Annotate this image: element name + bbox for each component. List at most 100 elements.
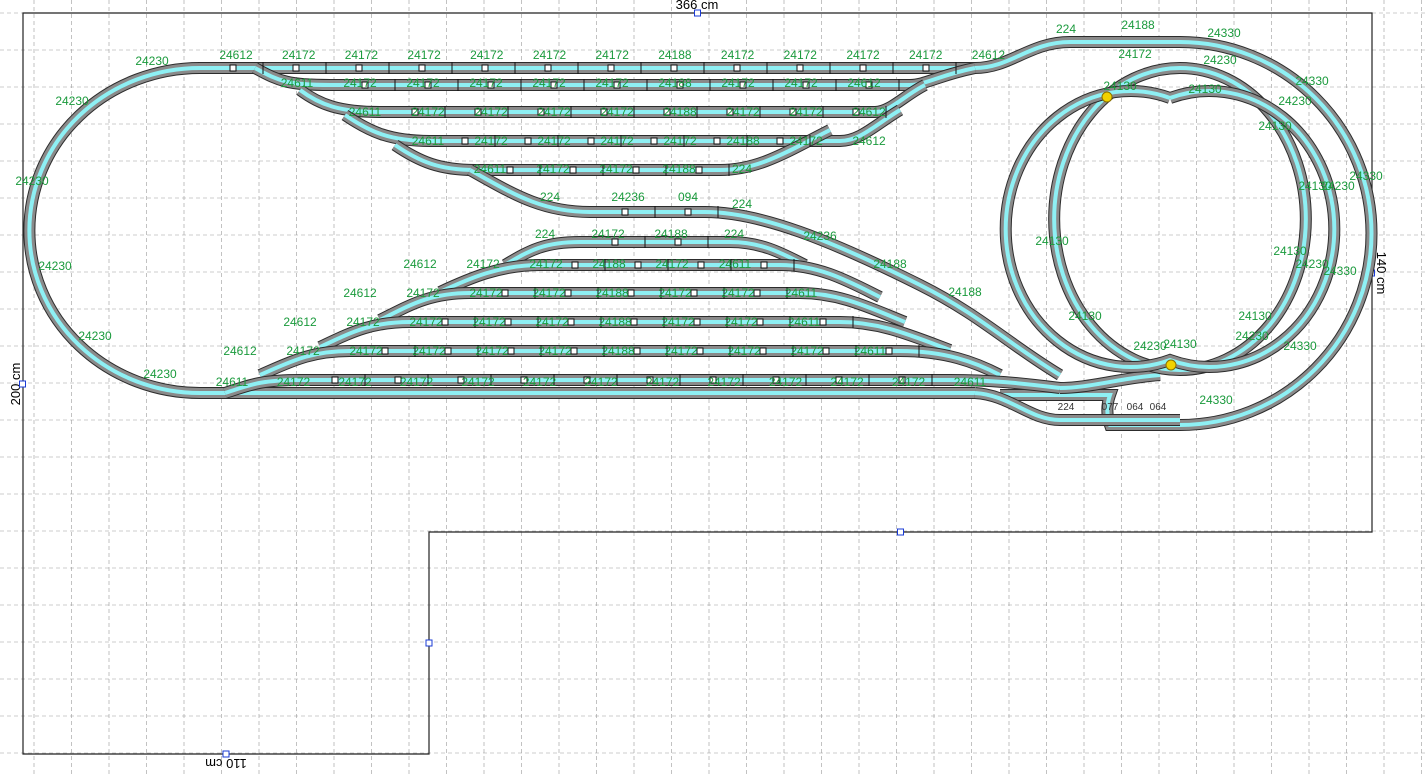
piece-label: 224 bbox=[535, 227, 555, 241]
track-joint-marker bbox=[753, 289, 761, 297]
piece-label: 24130 bbox=[1068, 309, 1102, 323]
track-joint-marker bbox=[776, 137, 784, 145]
piece-label: 064 bbox=[1127, 402, 1144, 413]
track-joint-marker bbox=[571, 261, 579, 269]
piece-label: 24611 bbox=[785, 286, 818, 300]
track-joint-marker bbox=[461, 137, 469, 145]
piece-label: 24612 bbox=[847, 76, 881, 90]
track-joint-marker bbox=[859, 64, 867, 72]
piece-label: 24172 bbox=[599, 162, 633, 176]
piece-label: 24172 bbox=[789, 134, 823, 148]
piece-label: 24172 bbox=[846, 48, 880, 62]
piece-label: 24172 bbox=[664, 344, 698, 358]
track-joint-marker bbox=[922, 64, 930, 72]
track-joint-marker bbox=[501, 289, 509, 297]
piece-label: 24172 bbox=[595, 76, 629, 90]
piece-label: 24330 bbox=[1207, 26, 1241, 40]
piece-label: 24236 bbox=[803, 229, 837, 243]
piece-label: 24172 bbox=[533, 48, 567, 62]
piece-label: 24188 bbox=[601, 344, 635, 358]
track-joint-marker bbox=[621, 208, 629, 216]
track-joint-marker bbox=[569, 166, 577, 174]
piece-label: 24172 bbox=[790, 344, 824, 358]
piece-label: 224 bbox=[732, 197, 752, 211]
piece-label: 24611 bbox=[719, 257, 752, 271]
piece-label: 24611 bbox=[412, 134, 445, 148]
piece-label: 24172 bbox=[658, 286, 692, 300]
piece-label: 24330 bbox=[1199, 393, 1233, 407]
piece-label: 24188 bbox=[658, 76, 692, 90]
resize-handle-inner-edge[interactable] bbox=[425, 639, 433, 647]
track-joint-marker bbox=[713, 137, 721, 145]
piece-label: 24612 bbox=[283, 315, 317, 329]
piece-label: 24230 bbox=[78, 329, 112, 343]
track-joint-marker bbox=[696, 347, 704, 355]
piece-label: 24611 bbox=[216, 375, 249, 389]
piece-label: 24172 bbox=[727, 344, 761, 358]
track-joint-marker bbox=[331, 376, 339, 384]
track-joint-marker bbox=[756, 318, 764, 326]
piece-label: 224 bbox=[1058, 402, 1075, 413]
piece-label: 224 bbox=[724, 227, 744, 241]
piece-label: 24188 bbox=[654, 227, 688, 241]
track-joint-marker bbox=[627, 289, 635, 297]
piece-label: 24172 bbox=[596, 48, 630, 62]
piece-label: 24172 bbox=[345, 48, 379, 62]
piece-label: 24172 bbox=[469, 286, 503, 300]
resize-handle-inner-corner[interactable] bbox=[897, 528, 904, 536]
piece-label: 24612 bbox=[223, 344, 257, 358]
dimension-right: 140 cm bbox=[1374, 252, 1389, 295]
resize-handle-left[interactable] bbox=[19, 380, 26, 388]
track-joint-marker bbox=[695, 166, 703, 174]
track-joint-marker bbox=[506, 166, 514, 174]
piece-label: 24230 bbox=[1295, 257, 1329, 271]
track-joint-marker bbox=[759, 347, 767, 355]
piece-label: 24172 bbox=[655, 257, 689, 271]
piece-label: 24230 bbox=[38, 259, 72, 273]
track-joint-marker bbox=[607, 64, 615, 72]
piece-label: 24172 bbox=[474, 134, 508, 148]
piece-label: 24172 bbox=[409, 315, 443, 329]
resize-handle-top[interactable] bbox=[694, 9, 701, 17]
layout-canvas[interactable]: 366 cm 200 cm 140 cm 110 cm 24612 24172 24… bbox=[0, 0, 1426, 777]
piece-label: 24172 bbox=[784, 76, 818, 90]
piece-label: 24172 bbox=[721, 76, 755, 90]
track-joint-marker bbox=[567, 318, 575, 326]
piece-label: 24172 bbox=[286, 344, 320, 358]
track-joint-marker bbox=[693, 318, 701, 326]
piece-label: 24172 bbox=[726, 105, 760, 119]
helix-marker-lower[interactable] bbox=[1165, 359, 1177, 371]
track-joint-marker bbox=[229, 64, 237, 72]
piece-label: 094 bbox=[678, 190, 698, 204]
piece-label: 24611 bbox=[954, 375, 987, 389]
piece-label: 24612 bbox=[403, 257, 437, 271]
piece-label: 24172 bbox=[1118, 47, 1152, 61]
track-joint-marker bbox=[634, 261, 642, 269]
piece-label: 24172 bbox=[406, 286, 440, 300]
track-joint-marker bbox=[630, 318, 638, 326]
piece-label: 24188 bbox=[662, 162, 696, 176]
track-joint-marker bbox=[524, 137, 532, 145]
track-joint-marker bbox=[418, 64, 426, 72]
helix-marker-upper[interactable] bbox=[1101, 91, 1113, 103]
piece-label: 24172 bbox=[600, 134, 634, 148]
piece-label: 24172 bbox=[406, 76, 440, 90]
piece-label: 24230 bbox=[55, 94, 89, 108]
resize-handle-bottom[interactable] bbox=[222, 750, 230, 758]
track-joint-marker bbox=[697, 261, 705, 269]
piece-label: 24172 bbox=[338, 375, 372, 389]
piece-label: 24130 bbox=[1298, 179, 1332, 193]
track-joint-marker bbox=[670, 64, 678, 72]
piece-label: 24230 bbox=[1278, 94, 1312, 108]
piece-label: 24172 bbox=[535, 315, 569, 329]
piece-label: 24172 bbox=[466, 257, 500, 271]
track-joint-marker bbox=[504, 318, 512, 326]
piece-label: 24188 bbox=[598, 315, 632, 329]
dimension-bottom: 110 cm bbox=[205, 756, 247, 771]
track-joint-marker bbox=[684, 208, 692, 216]
piece-label: 24612 bbox=[852, 134, 886, 148]
piece-label: 24130 bbox=[1103, 79, 1137, 93]
track-joint-marker bbox=[819, 318, 827, 326]
piece-label: 24172 bbox=[475, 344, 509, 358]
piece-label: 24230 bbox=[143, 367, 177, 381]
